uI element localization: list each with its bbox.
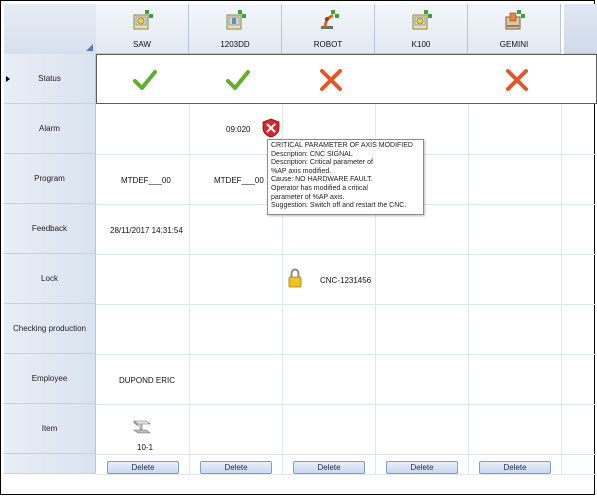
- tooltip-line: parameter of %AP axis.: [271, 193, 345, 201]
- status-row-selected[interactable]: [96, 54, 597, 104]
- delete-button-robot[interactable]: Delete: [293, 461, 365, 474]
- column-header-k100[interactable]: K100: [375, 4, 468, 54]
- program-value-saw: MTDEF___00: [121, 176, 171, 185]
- column-header-1203dd[interactable]: 1203DD: [189, 4, 282, 54]
- employee-name-saw: DUPOND ERIC: [119, 376, 176, 385]
- tooltip-line: Suggestion: Switch off and restart the C…: [271, 202, 407, 210]
- grid-corner[interactable]: [4, 4, 97, 55]
- row-label: Checking production: [13, 324, 86, 333]
- column-label: K100: [411, 40, 431, 49]
- row-label: Employee: [31, 374, 68, 383]
- steel-beam-icon: [133, 420, 151, 434]
- grid-line: [468, 54, 469, 474]
- row-header-employee[interactable]: Employee: [4, 354, 96, 404]
- alarm-code: 09:020: [226, 125, 251, 134]
- program-value-1203dd: MTDEF___00: [214, 176, 264, 185]
- row-header-feedback[interactable]: Feedback: [4, 204, 96, 254]
- row-label: Lock: [41, 274, 58, 283]
- row-header-lock[interactable]: Lock: [4, 254, 96, 304]
- grid-line: [282, 54, 283, 474]
- robot-arm-icon: [321, 10, 339, 29]
- row-label: Feedback: [31, 224, 68, 233]
- item-value-saw: 10-1: [137, 443, 154, 452]
- alarm-shield-icon[interactable]: [261, 118, 281, 138]
- grid-line: [189, 54, 190, 474]
- row-header-alarm[interactable]: Alarm: [4, 104, 96, 154]
- machine-gemini-icon: [505, 10, 525, 30]
- row-label: Status: [38, 74, 61, 83]
- grid-line: [561, 54, 562, 474]
- tooltip-line: %AP axis modified.: [271, 167, 332, 175]
- delete-button-k100[interactable]: Delete: [386, 461, 458, 474]
- row-header-checking-production[interactable]: Checking production: [4, 304, 96, 354]
- row-header-program[interactable]: Program: [4, 154, 96, 204]
- tooltip-line: Description: CNC SIGNAL: [271, 150, 353, 158]
- machine-saw-icon: [133, 10, 153, 30]
- corner-select-icon: [86, 44, 93, 51]
- feedback-timestamp-saw: 28/11/2017 14:31:54: [110, 226, 183, 235]
- delete-button-gemini[interactable]: Delete: [479, 461, 551, 474]
- row-label: Item: [41, 424, 58, 433]
- row-label: Program: [34, 174, 65, 183]
- status-ok-icon: [226, 70, 250, 90]
- current-row-indicator-icon: [6, 76, 10, 82]
- row-label: Alarm: [39, 124, 60, 133]
- column-label: SAW: [133, 40, 151, 49]
- column-header-gemini[interactable]: GEMINI: [468, 4, 561, 54]
- status-ok-icon: [133, 70, 157, 90]
- column-label: GEMINI: [499, 40, 529, 49]
- column-label: ROBOT: [313, 40, 343, 49]
- status-error-icon: [506, 69, 528, 91]
- tooltip-line: Cause: NO HARDWARE FAULT.: [271, 176, 373, 184]
- lock-value-robot: CNC-1231456: [320, 276, 372, 285]
- delete-button-1203dd[interactable]: Delete: [200, 461, 272, 474]
- alarm-tooltip: CRITICAL PARAMETER OF AXIS MODIFIED Desc…: [267, 139, 424, 215]
- grid-line: [96, 474, 596, 475]
- grid-line: [96, 254, 596, 255]
- tooltip-line: Description: Critical parameter of: [271, 159, 373, 167]
- delete-button-saw[interactable]: Delete: [107, 461, 179, 474]
- grid-line: [96, 404, 596, 405]
- tooltip-line: Operator has modified a critical: [271, 184, 368, 192]
- status-error-icon: [320, 69, 342, 91]
- column-label: 1203DD: [220, 40, 250, 49]
- grid-line: [96, 304, 596, 305]
- row-header-status[interactable]: Status: [4, 54, 96, 104]
- tooltip-title: CRITICAL PARAMETER OF AXIS MODIFIED: [271, 142, 413, 149]
- machine-status-window: SAW 1203DD ROBOT K100 GEMINI Status Alar…: [0, 0, 597, 495]
- machine-drill-icon: [226, 10, 246, 30]
- column-header-robot[interactable]: ROBOT: [282, 4, 375, 54]
- grid-line: [96, 354, 596, 355]
- machine-k100-icon: [412, 10, 432, 30]
- row-header-item[interactable]: Item: [4, 404, 96, 454]
- grid-line: [375, 54, 376, 474]
- row-header-actions: [4, 454, 96, 474]
- padlock-icon: [288, 268, 302, 288]
- column-header-saw[interactable]: SAW: [96, 4, 189, 54]
- header-filler: [564, 4, 597, 54]
- grid-line: [96, 454, 596, 455]
